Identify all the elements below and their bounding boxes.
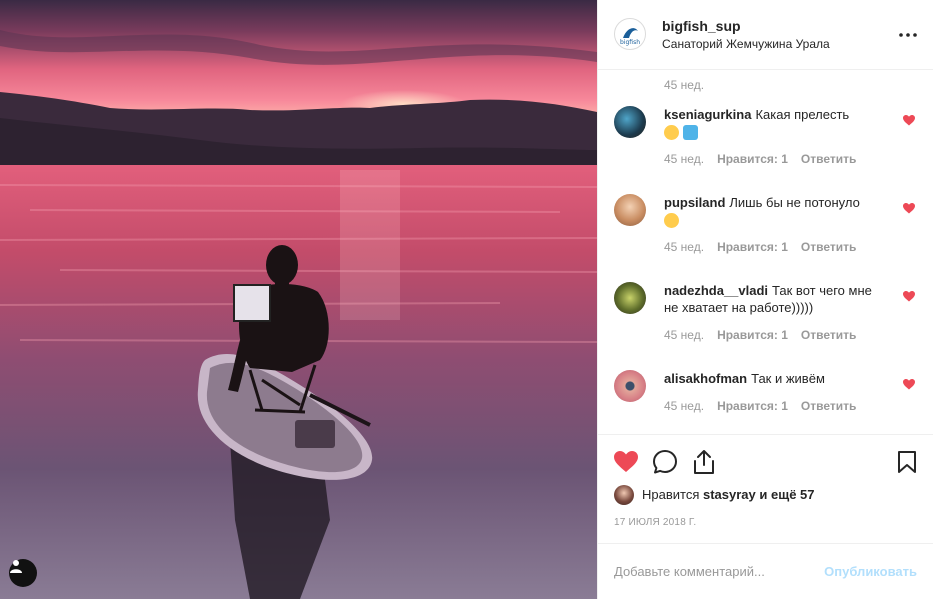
reply-button[interactable]: Ответить	[801, 152, 856, 166]
reply-button[interactable]: Ответить	[801, 399, 856, 413]
comment-time[interactable]: 45 нед.	[664, 328, 704, 342]
instagram-post: bigfish bigfish_sup Санаторий Жемчужина …	[0, 0, 933, 599]
grinning-face-emoji	[664, 124, 679, 140]
post-header: bigfish bigfish_sup Санаторий Жемчужина …	[598, 0, 933, 70]
comment-meta: 45 нед. Нравится: 1 Ответить	[664, 152, 884, 166]
comment-input[interactable]	[614, 564, 825, 579]
post-photo[interactable]	[0, 0, 597, 599]
user-tag-icon	[10, 560, 22, 573]
add-comment-bar: Опубликовать	[598, 543, 933, 599]
commenter-avatar[interactable]	[614, 281, 646, 314]
heart-icon	[903, 378, 915, 390]
liker-avatar	[614, 484, 634, 505]
heart-icon	[614, 450, 638, 472]
heart-icon	[903, 114, 915, 126]
comment-username[interactable]: alisakhofman	[664, 371, 747, 386]
comment-likes[interactable]: Нравится: 1	[717, 240, 788, 254]
comment-like-button[interactable]	[903, 290, 915, 305]
comment-body: pupsiland Лишь бы не потонуло 45 нед. Нра…	[664, 194, 884, 282]
like-button[interactable]	[614, 450, 638, 473]
comment-like-button[interactable]	[903, 114, 915, 129]
comment-content: Лишь бы не потонуло	[729, 194, 860, 210]
share-icon	[694, 449, 714, 474]
likes-prefix: Нравится	[642, 487, 700, 503]
comment-username[interactable]: nadezhda__vladi	[664, 283, 768, 298]
person-bathing-emoji	[682, 124, 698, 140]
save-button[interactable]	[897, 450, 917, 474]
user-tag-button[interactable]	[9, 559, 37, 587]
comment-button[interactable]	[652, 449, 678, 475]
comment-username[interactable]: pupsiland	[664, 195, 725, 210]
commenter-avatar[interactable]	[614, 369, 646, 402]
likes-others[interactable]: и ещё 57	[759, 487, 814, 502]
comment-like-button[interactable]	[903, 202, 915, 217]
comment-username[interactable]: kseniagurkina	[664, 107, 751, 122]
likes-user[interactable]: stasyray	[703, 487, 756, 502]
comment-item: alisakhofman Так и живём 45 нед. Нравится…	[614, 369, 917, 434]
comment-text: nadezhda__vladi Так вот чего мне не хвата…	[664, 282, 884, 316]
comment-likes[interactable]: Нравится: 1	[717, 399, 788, 413]
comment-text: alisakhofman Так и живём	[664, 370, 884, 387]
comments-list[interactable]: 45 нед. kseniagurkina Какая прелесть 45 н…	[598, 70, 933, 434]
account-avatar[interactable]: bigfish	[614, 18, 646, 51]
comment-time[interactable]: 45 нед.	[664, 240, 704, 254]
comment-content: Какая прелесть	[755, 106, 850, 122]
comment-meta: 45 нед. Нравится: 1 Ответить	[664, 399, 884, 413]
comment-likes[interactable]: Нравится: 1	[717, 328, 788, 342]
commenter-avatar[interactable]	[614, 105, 646, 138]
comment-body: nadezhda__vladi Так вот чего мне не хвата…	[664, 282, 884, 370]
action-row	[614, 445, 917, 479]
heart-icon	[903, 202, 915, 214]
bigfish-logo-icon: bigfish	[617, 21, 643, 48]
heart-icon	[903, 290, 915, 302]
reply-button[interactable]: Ответить	[801, 240, 856, 254]
reply-button[interactable]: Ответить	[801, 328, 856, 342]
sunset-lake-image	[0, 0, 597, 599]
comment-item: nadezhda__vladi Так вот чего мне не хвата…	[614, 281, 917, 370]
comment-time[interactable]: 45 нед.	[664, 152, 704, 166]
comment-content: Так и живём	[751, 370, 825, 386]
post-location[interactable]: Санаторий Жемчужина Урала	[662, 37, 830, 51]
bookmark-icon	[898, 450, 916, 473]
publish-button[interactable]: Опубликовать	[824, 564, 917, 579]
post-date[interactable]: 17 ИЮЛЯ 2018 Г.	[614, 517, 917, 528]
comment-meta: 45 нед. Нравится: 1 Ответить	[664, 240, 884, 254]
smiling-face-emoji	[664, 212, 679, 228]
likes-summary[interactable]: Нравится stasyray и ещё 57	[614, 484, 917, 505]
comment-text: kseniagurkina Какая прелесть	[664, 106, 884, 140]
comment-body: alisakhofman Так и живём 45 нед. Нравится…	[664, 370, 884, 434]
comment-icon	[653, 449, 677, 474]
comment-time[interactable]: 45 нед.	[664, 399, 704, 413]
post-sidebar: bigfish bigfish_sup Санаторий Жемчужина …	[597, 0, 933, 599]
share-button[interactable]	[692, 449, 716, 475]
previous-comment-time: 45 нед.	[664, 77, 705, 92]
header-names: bigfish_sup Санаторий Жемчужина Урала	[662, 18, 830, 51]
comment-item: pupsiland Лишь бы не потонуло 45 нед. Нра…	[614, 193, 917, 282]
comment-item: kseniagurkina Какая прелесть 45 нед. Нрав…	[614, 105, 917, 194]
comment-meta: 45 нед. Нравится: 1 Ответить	[664, 328, 884, 342]
comment-text: pupsiland Лишь бы не потонуло	[664, 194, 884, 228]
comment-body: kseniagurkina Какая прелесть 45 нед. Нрав…	[664, 106, 884, 194]
comment-like-button[interactable]	[903, 378, 915, 393]
comment-likes[interactable]: Нравится: 1	[717, 152, 788, 166]
more-horizontal-icon	[899, 33, 917, 37]
more-options-button[interactable]	[899, 24, 917, 40]
account-username[interactable]: bigfish_sup	[662, 18, 830, 34]
post-actions: Нравится stasyray и ещё 57 17 ИЮЛЯ 2018 …	[598, 433, 933, 599]
commenter-avatar[interactable]	[614, 193, 646, 226]
svg-text:bigfish: bigfish	[620, 39, 640, 46]
